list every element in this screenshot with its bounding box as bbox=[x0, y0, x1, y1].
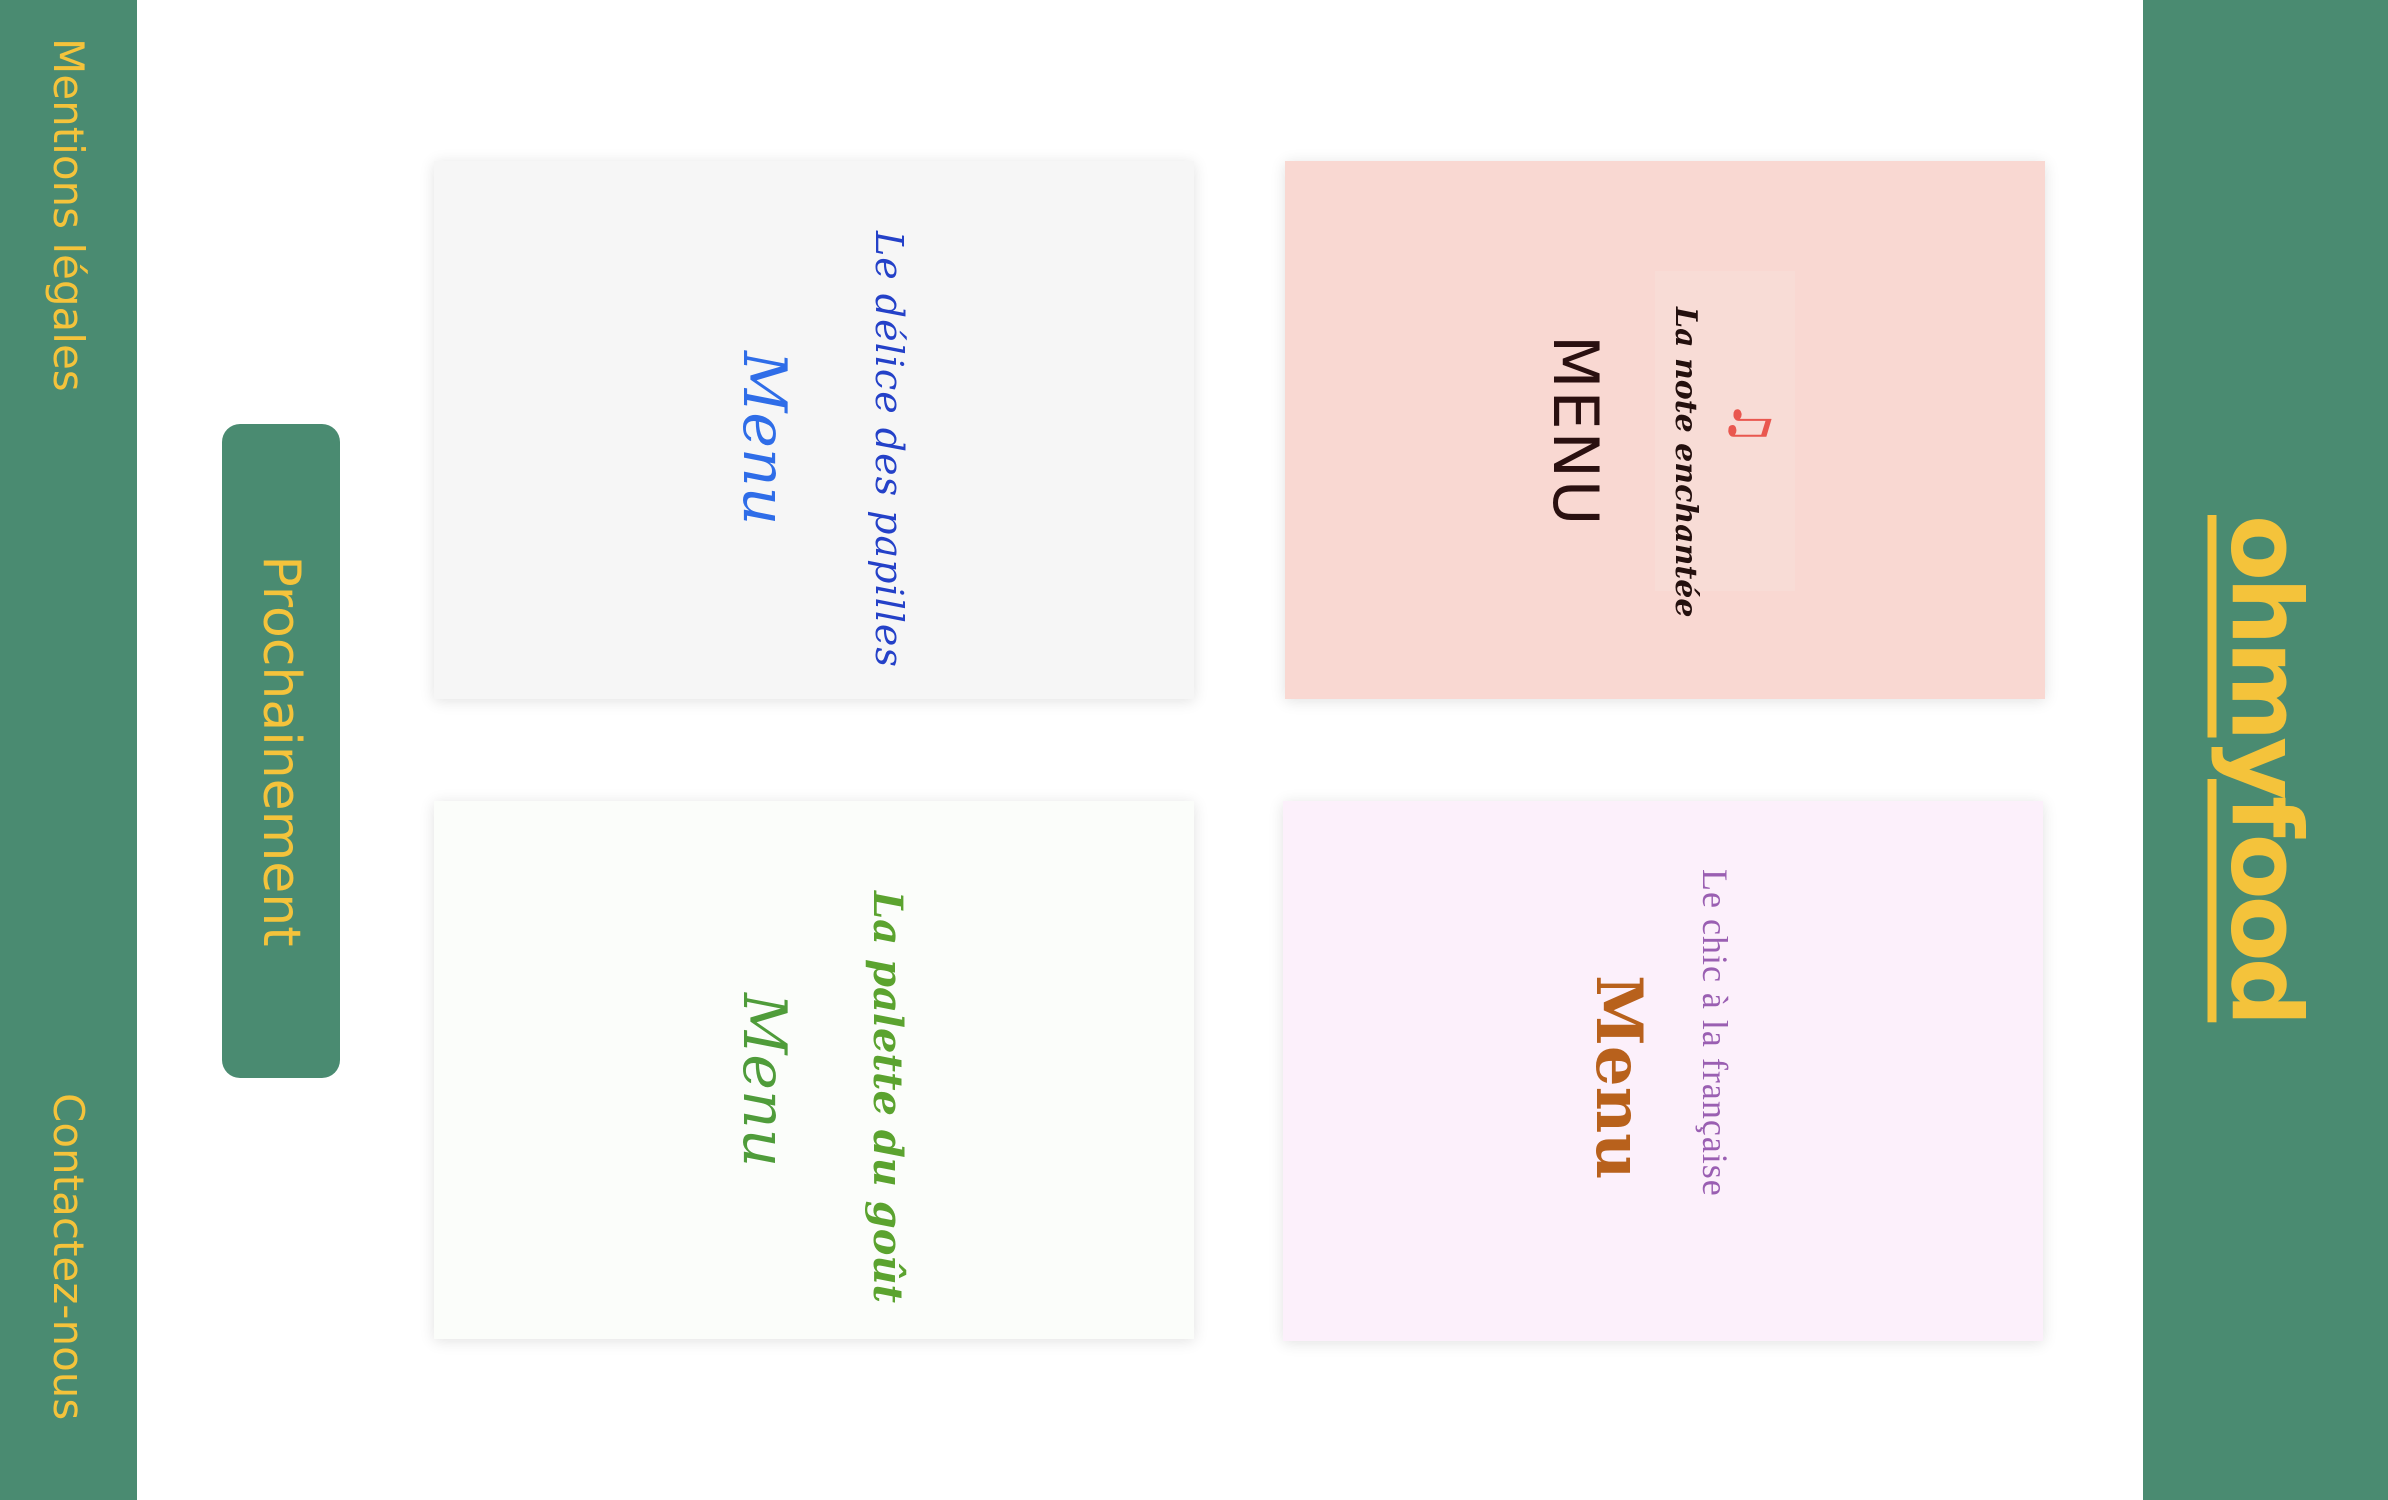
footer-link-mentions-legales[interactable]: Mentions légales bbox=[44, 38, 93, 392]
card-menu-label: Menu bbox=[1581, 975, 1656, 1180]
menu-card-palette-du-gout[interactable]: La palette du goût Menu bbox=[434, 801, 1194, 1339]
card-restaurant-name: La palette du goût bbox=[864, 891, 911, 1304]
card-menu-label: Menu bbox=[729, 993, 799, 1168]
ohmyfood-logo[interactable]: ohmyfood bbox=[2210, 515, 2322, 1022]
footer-link-contact[interactable]: Contactez-nous bbox=[44, 1093, 93, 1420]
coming-soon-badge: Prochainement bbox=[222, 424, 340, 1078]
card-restaurant-name: La note enchantée bbox=[1668, 307, 1703, 618]
card-menu-label: MENU bbox=[1539, 335, 1612, 528]
card-menu-label: Menu bbox=[729, 351, 799, 526]
menu-card-delice-des-papilles[interactable]: Le délice des papilles Menu bbox=[434, 161, 1194, 699]
music-note-icon: ♫ bbox=[1720, 399, 1781, 447]
menu-card-chic-a-la-francaise[interactable]: Le chic à la française Menu bbox=[1283, 801, 2043, 1341]
footer: Mentions légales Contactez-nous bbox=[0, 0, 137, 1500]
header: ohmyfood bbox=[2143, 0, 2388, 1500]
card-restaurant-name: Le délice des papilles bbox=[867, 231, 911, 668]
menu-card-note-enchantee[interactable]: La note enchantée ♫ MENU bbox=[1285, 161, 2045, 699]
coming-soon-label: Prochainement bbox=[251, 555, 311, 947]
card-restaurant-name: Le chic à la française bbox=[1695, 869, 1735, 1197]
